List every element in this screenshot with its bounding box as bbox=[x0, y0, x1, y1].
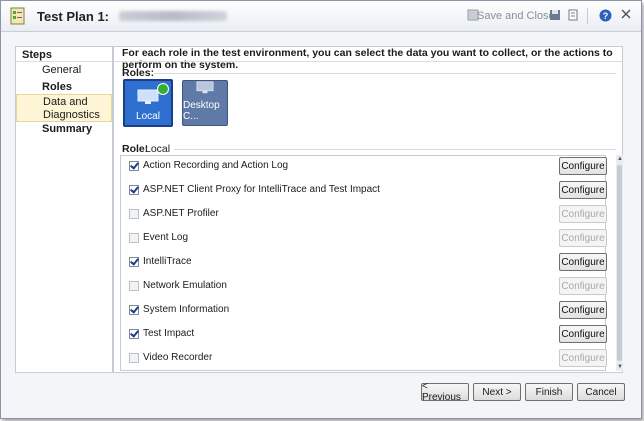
adapter-row: Event Log Configure bbox=[121, 228, 607, 252]
configure-button: Configure bbox=[559, 205, 607, 223]
adapter-name: Action Recording and Action Log bbox=[143, 160, 289, 171]
adapter-name: Video Recorder bbox=[143, 352, 213, 363]
adapter-row: ASP.NET Client Proxy for IntelliTrace an… bbox=[121, 180, 607, 204]
help-icon[interactable]: ? bbox=[599, 9, 613, 23]
adapter-name: Test Impact bbox=[143, 328, 195, 339]
divider bbox=[16, 61, 112, 62]
role-desktop-label: Desktop C... bbox=[183, 100, 220, 122]
configure-button[interactable]: Configure bbox=[559, 181, 607, 199]
adapter-checkbox[interactable] bbox=[129, 185, 139, 195]
divider bbox=[174, 149, 616, 150]
scroll-thumb[interactable] bbox=[617, 165, 622, 361]
roles-label: Roles: bbox=[122, 67, 155, 79]
adapter-checkbox[interactable] bbox=[129, 353, 139, 363]
save-icon[interactable] bbox=[549, 9, 563, 23]
role-local-tile[interactable]: Local bbox=[123, 79, 173, 127]
adapter-row: Network Emulation Configure bbox=[121, 276, 607, 300]
cancel-button[interactable]: Cancel bbox=[577, 383, 625, 401]
finish-button[interactable]: Finish bbox=[525, 383, 573, 401]
adapter-checkbox[interactable] bbox=[129, 329, 139, 339]
adapter-checkbox[interactable] bbox=[129, 233, 139, 243]
adapter-row: IntelliTrace Configure bbox=[121, 252, 607, 276]
adapter-name: ASP.NET Client Proxy for IntelliTrace an… bbox=[143, 184, 380, 195]
check-icon bbox=[157, 83, 169, 95]
step-data-and-diagnostics[interactable]: Data and Diagnostics bbox=[16, 94, 112, 122]
adapter-row: System Information Configure bbox=[121, 300, 607, 324]
step-roles[interactable]: Roles bbox=[16, 81, 112, 94]
adapter-row: Action Recording and Action Log Configur… bbox=[121, 156, 607, 180]
window: Test Plan 1: Save and Close ? Steps Gene… bbox=[0, 0, 642, 419]
close-icon[interactable] bbox=[621, 9, 635, 23]
scroll-up-icon[interactable]: ▲ bbox=[617, 156, 623, 162]
configure-button[interactable]: Configure bbox=[559, 253, 607, 271]
window-title: Test Plan 1: bbox=[37, 9, 110, 24]
configure-button[interactable]: Configure bbox=[559, 325, 607, 343]
adapter-name: System Information bbox=[143, 304, 230, 315]
scroll-down-icon[interactable]: ▼ bbox=[617, 364, 623, 370]
test-plan-icon bbox=[10, 7, 25, 25]
configure-button: Configure bbox=[559, 229, 607, 247]
content-panel: For each role in the test environment, y… bbox=[113, 46, 623, 373]
role-value: Local bbox=[145, 143, 171, 155]
role-local-label: Local bbox=[136, 111, 160, 122]
adapter-name: Network Emulation bbox=[143, 280, 227, 291]
blurred-plan-name bbox=[119, 11, 227, 21]
next-button[interactable]: Next > bbox=[473, 383, 521, 401]
configure-button: Configure bbox=[559, 277, 607, 295]
steps-panel: Steps General Roles Data and Diagnostics… bbox=[15, 46, 113, 373]
adapter-name: ASP.NET Profiler bbox=[143, 208, 219, 219]
adapter-row: Test Impact Configure bbox=[121, 324, 607, 348]
adapter-row: Video Recorder Configure bbox=[121, 348, 607, 372]
refresh-icon[interactable] bbox=[567, 9, 581, 23]
svg-text:?: ? bbox=[603, 11, 609, 21]
divider bbox=[154, 73, 616, 74]
title-bar: Test Plan 1: Save and Close ? bbox=[1, 1, 641, 32]
monitor-icon bbox=[137, 89, 159, 104]
role-desktop-tile[interactable]: Desktop C... bbox=[182, 80, 228, 126]
adapter-name: IntelliTrace bbox=[143, 256, 192, 267]
adapter-row: ASP.NET Profiler Configure bbox=[121, 204, 607, 228]
adapter-checkbox[interactable] bbox=[129, 161, 139, 171]
divider bbox=[114, 61, 622, 62]
toolbar-divider bbox=[587, 8, 588, 24]
configure-button[interactable]: Configure bbox=[559, 157, 607, 175]
steps-header: Steps bbox=[22, 49, 52, 61]
description: For each role in the test environment, y… bbox=[122, 47, 613, 71]
diagnostic-adapters-list: Action Recording and Action Log Configur… bbox=[120, 155, 607, 372]
step-general[interactable]: General bbox=[16, 64, 112, 77]
adapter-checkbox[interactable] bbox=[129, 305, 139, 315]
save-and-close-button[interactable]: Save and Close bbox=[477, 9, 555, 23]
adapter-checkbox[interactable] bbox=[129, 281, 139, 291]
previous-button[interactable]: < Previous bbox=[421, 381, 469, 403]
scrollbar[interactable]: ▲ ▼ bbox=[616, 155, 623, 371]
adapter-name: Event Log bbox=[143, 232, 189, 243]
monitor-icon bbox=[196, 81, 214, 94]
step-summary[interactable]: Summary bbox=[16, 123, 112, 136]
configure-button: Configure bbox=[559, 349, 607, 367]
adapter-checkbox[interactable] bbox=[129, 257, 139, 267]
adapter-checkbox[interactable] bbox=[129, 209, 139, 219]
configure-button[interactable]: Configure bbox=[559, 301, 607, 319]
